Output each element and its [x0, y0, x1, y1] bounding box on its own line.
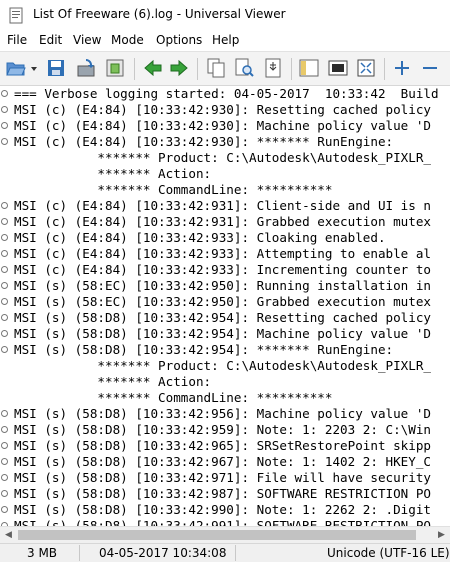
line-marker-icon — [1, 298, 8, 305]
log-line: MSI (c) (E4:84) [10:33:42:930]: Resettin… — [0, 102, 450, 118]
log-line: MSI (c) (E4:84) [10:33:42:933]: Cloaking… — [0, 230, 450, 246]
line-marker-icon — [1, 282, 8, 289]
line-marker-icon — [1, 410, 8, 417]
zoom-out-icon[interactable] — [419, 57, 441, 79]
line-marker-icon — [1, 330, 8, 337]
log-line: MSI (c) (E4:84) [10:33:42:930]: Machine … — [0, 118, 450, 134]
menu-help[interactable]: Help — [212, 33, 239, 47]
status-file-date: 04-05-2017 10:34:08 — [99, 546, 227, 560]
log-line: MSI (s) (58:D8) [10:33:42:987]: SOFTWARE… — [0, 486, 450, 502]
scroll-right-icon[interactable]: ▶ — [433, 527, 450, 543]
scroll-left-icon[interactable]: ◀ — [0, 527, 17, 543]
title-bar: List Of Freeware (6).log - Universal Vie… — [0, 0, 450, 31]
line-marker-icon — [1, 442, 8, 449]
fullscreen-icon[interactable] — [327, 57, 349, 79]
log-line: MSI (c) (E4:84) [10:33:42:930]: ******* … — [0, 134, 450, 150]
log-line: MSI (s) (58:D8) [10:33:42:991]: SOFTWARE… — [0, 518, 450, 526]
line-marker-icon — [1, 474, 8, 481]
line-marker-icon — [1, 314, 8, 321]
log-line: MSI (c) (E4:84) [10:33:42:931]: Grabbed … — [0, 214, 450, 230]
arrow-left-icon[interactable] — [142, 57, 164, 79]
save-icon[interactable] — [45, 57, 67, 79]
log-line: MSI (s) (58:D8) [10:33:42:956]: Machine … — [0, 406, 450, 422]
window-title: List Of Freeware (6).log - Universal Vie… — [33, 7, 286, 21]
log-line: ******* Product: C:\Autodesk\Autodesk_PI… — [14, 358, 432, 373]
log-line: MSI (s) (58:D8) [10:33:42:954]: Resettin… — [0, 310, 450, 326]
toolbar-separator — [291, 58, 292, 80]
line-marker-icon — [1, 90, 8, 97]
log-line: MSI (s) (58:D8) [10:33:42:965]: SRSetRes… — [0, 438, 450, 454]
find-icon[interactable] — [233, 57, 255, 79]
line-marker-icon — [1, 490, 8, 497]
scrollbar-thumb[interactable] — [18, 530, 416, 540]
menu-view[interactable]: View — [73, 33, 101, 47]
line-marker-icon — [1, 266, 8, 273]
log-line: MSI (s) (58:D8) [10:33:42:990]: Note: 1:… — [0, 502, 450, 518]
toolbar-separator — [197, 58, 198, 80]
log-line: MSI (s) (58:D8) [10:33:42:959]: Note: 1:… — [0, 422, 450, 438]
horizontal-scrollbar[interactable]: ◀ ▶ — [0, 526, 450, 543]
open-folder-icon[interactable] — [5, 57, 27, 79]
arrow-right-icon[interactable] — [168, 57, 190, 79]
app-icon — [9, 7, 23, 24]
zoom-in-icon[interactable] — [391, 57, 413, 79]
copy-icon[interactable] — [205, 57, 227, 79]
status-divider — [79, 545, 80, 561]
log-line: ******* CommandLine: ********** — [14, 390, 333, 405]
log-line: MSI (s) (58:D8) [10:33:42:954]: Machine … — [0, 326, 450, 342]
line-marker-icon — [1, 202, 8, 209]
panel-icon[interactable] — [298, 57, 320, 79]
line-marker-icon — [1, 426, 8, 433]
line-marker-icon — [1, 458, 8, 465]
menu-options[interactable]: Options — [156, 33, 202, 47]
line-marker-icon — [1, 346, 8, 353]
toolbar-separator — [134, 58, 135, 80]
line-marker-icon — [1, 218, 8, 225]
menu-bar: File Edit View Mode Options Help — [0, 31, 450, 51]
line-marker-icon — [1, 506, 8, 513]
expand-icon[interactable] — [355, 57, 377, 79]
toolbar-separator — [384, 58, 385, 80]
log-line: MSI (s) (58:EC) [10:33:42:950]: Running … — [0, 278, 450, 294]
log-line: MSI (c) (E4:84) [10:33:42:931]: Client-s… — [0, 198, 450, 214]
dropdown-arrow-icon[interactable] — [29, 57, 39, 79]
log-line: MSI (s) (58:D8) [10:33:42:971]: File wil… — [0, 470, 450, 486]
goto-icon[interactable] — [262, 57, 284, 79]
toolbar — [0, 51, 450, 86]
log-line: ******* Product: C:\Autodesk\Autodesk_PI… — [14, 150, 432, 165]
line-marker-icon — [1, 234, 8, 241]
status-file-size: 3 MB — [27, 546, 58, 560]
log-line: ******* CommandLine: ********** — [14, 182, 333, 197]
line-marker-icon — [1, 106, 8, 113]
menu-file[interactable]: File — [7, 33, 27, 47]
log-line: MSI (s) (58:D8) [10:33:42:967]: Note: 1:… — [0, 454, 450, 470]
log-view[interactable]: === Verbose logging started: 04-05-2017 … — [0, 86, 450, 526]
log-line: MSI (c) (E4:84) [10:33:42:933]: Attempti… — [0, 246, 450, 262]
log-line: ******* Action: — [14, 166, 212, 181]
log-line: MSI (s) (58:D8) [10:33:42:954]: ******* … — [0, 342, 450, 358]
status-encoding[interactable]: Unicode (UTF-16 LE) — [327, 546, 450, 560]
reload-icon[interactable] — [75, 57, 97, 79]
line-marker-icon — [1, 122, 8, 129]
log-line: MSI (c) (E4:84) [10:33:42:933]: Incremen… — [0, 262, 450, 278]
log-line: ******* Action: — [14, 374, 212, 389]
status-bar: 3 MB 04-05-2017 10:34:08 Unicode (UTF-16… — [0, 543, 450, 562]
recycle-icon[interactable] — [104, 57, 126, 79]
menu-mode[interactable]: Mode — [111, 33, 144, 47]
menu-edit[interactable]: Edit — [39, 33, 62, 47]
line-marker-icon — [1, 138, 8, 145]
log-line: === Verbose logging started: 04-05-2017 … — [0, 86, 450, 102]
status-divider — [235, 545, 236, 561]
log-line: MSI (s) (58:EC) [10:33:42:950]: Grabbed … — [0, 294, 450, 310]
line-marker-icon — [1, 250, 8, 257]
